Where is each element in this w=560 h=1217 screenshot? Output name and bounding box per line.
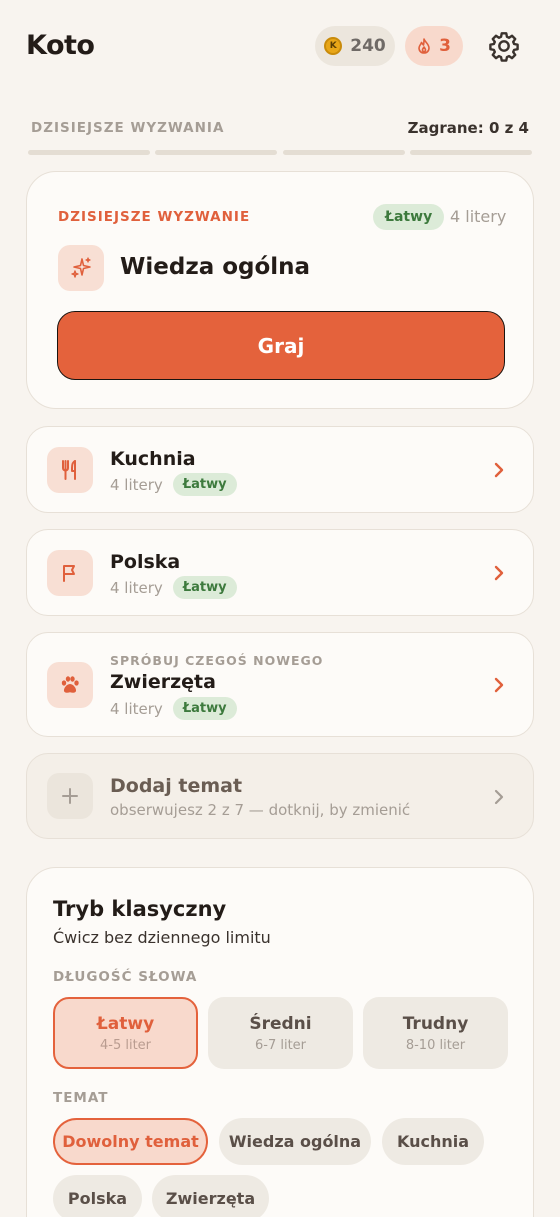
classic-mode-card: Tryb klasyczny Ćwicz bez dziennego limit… [26, 867, 534, 1217]
progress-segment [410, 150, 532, 155]
add-topic-subtitle: obserwujesz 2 z 7 — dotknij, by zmienić [110, 801, 411, 819]
level-medium-button[interactable]: Średni 6-7 liter [208, 997, 353, 1069]
topic-chip-animals[interactable]: Zwierzęta [152, 1175, 269, 1217]
topic-meta: 4 litery Łatwy [110, 473, 237, 496]
app-header: Koto K 240 3 [0, 0, 560, 92]
letters-count: 4 litery [450, 207, 507, 226]
challenge-title: Wiedza ogólna [120, 254, 311, 280]
chevron-right-icon [494, 565, 504, 581]
level-easy-button[interactable]: Łatwy 4-5 liter [53, 997, 198, 1069]
topic-title: Polska [110, 551, 181, 573]
played-counter: Zagrane: 0 z 4 [407, 119, 529, 137]
topic-chip-poland[interactable]: Polska [53, 1175, 142, 1217]
progress-segment [155, 150, 277, 155]
level-range: 8-10 liter [405, 1037, 466, 1053]
topic-row-polska[interactable]: Polska 4 litery Łatwy [26, 529, 534, 616]
play-button[interactable]: Graj [57, 311, 505, 380]
topic-chip-general[interactable]: Wiedza ogólna [219, 1118, 371, 1165]
add-topic-row[interactable]: Dodaj temat obserwujesz 2 z 7 — dotknij,… [26, 753, 534, 839]
coins-badge[interactable]: K 240 [315, 26, 395, 66]
difficulty-badge: Łatwy [172, 576, 237, 599]
topic-letters: 4 litery [110, 578, 163, 597]
progress-segment [283, 150, 405, 155]
topic-title: Kuchnia [110, 448, 196, 470]
topic-row-zwierzeta[interactable]: SPRÓBUJ CZEGOŚ NOWEGO Zwierzęta 4 litery… [26, 632, 534, 737]
streak-count: 3 [439, 36, 451, 56]
add-topic-title: Dodaj temat [110, 775, 243, 797]
daily-challenge-label: DZISIEJSZE WYZWANIE [58, 209, 251, 225]
topic-title: Zwierzęta [110, 671, 216, 693]
topic-chip-any[interactable]: Dowolny temat [53, 1118, 208, 1165]
fork-knife-icon [47, 447, 93, 493]
chevron-right-icon [494, 789, 504, 805]
topic-meta: 4 litery Łatwy [110, 576, 237, 599]
classic-mode-subtitle: Ćwicz bez dziennego limitu [53, 928, 271, 947]
topic-letters: 4 litery [110, 699, 163, 718]
classic-mode-title: Tryb klasyczny [53, 897, 227, 921]
paw-icon [47, 662, 93, 708]
level-title: Łatwy [96, 1013, 155, 1034]
topic-kicker: SPRÓBUJ CZEGOŚ NOWEGO [110, 653, 324, 668]
daily-challenge-card: DZISIEJSZE WYZWANIE Łatwy 4 litery Wiedz… [26, 171, 534, 409]
difficulty-badge: Łatwy [172, 473, 237, 496]
level-title: Trudny [402, 1013, 469, 1034]
topic-row-kuchnia[interactable]: Kuchnia 4 litery Łatwy [26, 426, 534, 513]
app-logo: Koto [26, 30, 95, 61]
chevron-right-icon [494, 462, 504, 478]
topic-chip-kitchen[interactable]: Kuchnia [382, 1118, 484, 1165]
level-range: 6-7 liter [254, 1037, 307, 1053]
topic-meta: 4 litery Łatwy [110, 697, 237, 720]
flag-icon [47, 550, 93, 596]
progress-segment [28, 150, 150, 155]
sparkles-icon [58, 245, 104, 291]
word-length-label: DŁUGOŚĆ SŁOWA [53, 969, 198, 985]
difficulty-badge: Łatwy [172, 697, 237, 720]
coins-count: 240 [350, 36, 386, 56]
level-title: Średni [249, 1013, 312, 1034]
challenges-section-label: DZISIEJSZE WYZWANIA [31, 120, 225, 136]
coin-icon: K [324, 37, 343, 55]
flame-icon [418, 38, 430, 54]
settings-gear-icon[interactable] [488, 30, 520, 62]
level-hard-button[interactable]: Trudny 8-10 liter [363, 997, 508, 1069]
topic-letters: 4 litery [110, 475, 163, 494]
topic-label: TEMAT [53, 1090, 109, 1106]
plus-icon [47, 773, 93, 819]
chevron-right-icon [494, 677, 504, 693]
streak-badge[interactable]: 3 [405, 26, 463, 66]
level-range: 4-5 liter [99, 1037, 152, 1053]
difficulty-badge: Łatwy [373, 204, 445, 230]
